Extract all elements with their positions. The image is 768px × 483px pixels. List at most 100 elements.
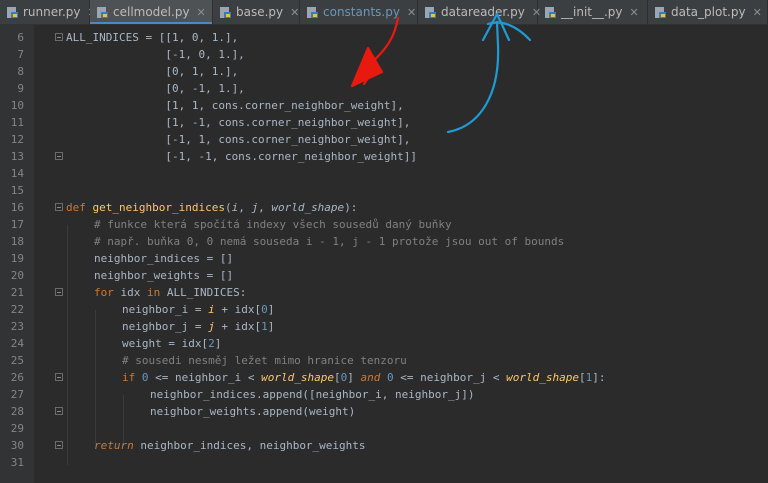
python-file-icon bbox=[425, 6, 436, 18]
code-line: 15 bbox=[0, 182, 768, 199]
code-line: 23 neighbor_j = j + idx[1] bbox=[0, 318, 768, 335]
line-number: 24 bbox=[10, 337, 24, 350]
code-line: 11 [1, -1, cons.corner_neighbor_weight], bbox=[0, 114, 768, 131]
code-line: 27 neighbor_indices.append([neighbor_i, … bbox=[0, 386, 768, 403]
code-text: weight = idx[2] bbox=[122, 335, 221, 352]
code-text: [1, 1, cons.corner_neighbor_weight], bbox=[66, 99, 404, 112]
loop-iter: ALL_INDICES: bbox=[166, 286, 247, 299]
code-token: weight = idx[ bbox=[122, 337, 209, 350]
line-number: 21 bbox=[10, 286, 24, 299]
code-line: 13 [-1, -1, cons.corner_neighbor_weight]… bbox=[0, 148, 768, 165]
number-literal: 0 bbox=[386, 371, 394, 384]
code-line: 6 ALL_INDICES = [[1, 0, 1.], bbox=[0, 29, 768, 46]
fold-marker-icon[interactable] bbox=[55, 152, 63, 160]
line-number: 11 bbox=[10, 116, 24, 129]
code-token: <= neighbor_i < bbox=[148, 371, 262, 384]
code-comment: # např. buňka 0, 0 nemá souseda i - 1, j… bbox=[94, 235, 565, 248]
line-number: 19 bbox=[10, 252, 24, 265]
fold-marker-icon[interactable] bbox=[55, 203, 63, 211]
tab-label: base.py bbox=[236, 5, 284, 19]
param-ref: j bbox=[208, 320, 215, 333]
code-line: 22 neighbor_i = i + idx[0] bbox=[0, 301, 768, 318]
param-i: i bbox=[231, 201, 239, 214]
keyword-for: for bbox=[94, 286, 114, 299]
line-number: 7 bbox=[17, 48, 24, 61]
line-number: 29 bbox=[10, 422, 24, 435]
code-comment: # funkce která spočítá indexy všech sous… bbox=[94, 218, 452, 231]
code-line: 10 [1, 1, cons.corner_neighbor_weight], bbox=[0, 97, 768, 114]
code-line: 28 neighbor_weights.append(weight) bbox=[0, 403, 768, 420]
fold-marker-icon[interactable] bbox=[55, 373, 63, 381]
close-icon[interactable]: ✕ bbox=[290, 6, 299, 19]
line-number: 31 bbox=[10, 456, 24, 469]
fold-marker-icon[interactable] bbox=[55, 407, 63, 415]
close-icon[interactable]: ✕ bbox=[197, 6, 206, 19]
code-editor[interactable]: 6 ALL_INDICES = [[1, 0, 1.], 7 [-1, 0, 1… bbox=[0, 25, 768, 483]
fold-marker-icon[interactable] bbox=[55, 288, 63, 296]
code-text: neighbor_indices.append([neighbor_i, nei… bbox=[150, 388, 475, 401]
tab-constants[interactable]: constants.py ✕ bbox=[300, 0, 418, 24]
loop-var: idx bbox=[120, 286, 141, 299]
line-number: 30 bbox=[10, 439, 24, 452]
code-comment: # sousedi nesměj ležet mimo hranice tenz… bbox=[122, 354, 407, 367]
line-number: 16 bbox=[10, 201, 24, 214]
code-token: ] bbox=[267, 303, 275, 316]
code-token: + idx[ bbox=[214, 303, 262, 316]
code-line: 16 def get_neighbor_indices(i, j, world_… bbox=[0, 199, 768, 216]
line-number: 26 bbox=[10, 371, 24, 384]
python-file-icon bbox=[220, 6, 231, 18]
code-line: 21 for idx in ALL_INDICES: bbox=[0, 284, 768, 301]
keyword-return: return bbox=[94, 439, 134, 452]
line-number: 28 bbox=[10, 405, 24, 418]
python-file-icon bbox=[307, 6, 318, 18]
code-line: 19 neighbor_indices = [] bbox=[0, 250, 768, 267]
code-token: <= neighbor_j < bbox=[393, 371, 507, 384]
code-token: [ bbox=[333, 371, 341, 384]
param-ref: world_shape bbox=[261, 371, 334, 384]
close-icon[interactable]: ✕ bbox=[630, 6, 639, 19]
code-token: ]: bbox=[592, 371, 606, 384]
code-text: [0, 1, 1.], bbox=[66, 65, 239, 78]
tab-label: data_plot.py bbox=[671, 5, 746, 19]
line-number: 17 bbox=[10, 218, 24, 231]
line-number: 22 bbox=[10, 303, 24, 316]
line-number: 23 bbox=[10, 320, 24, 333]
tab-init[interactable]: __init__.py ✕ bbox=[538, 0, 648, 24]
keyword-if: if bbox=[122, 371, 136, 384]
code-line: 8 [0, 1, 1.], bbox=[0, 63, 768, 80]
line-number: 18 bbox=[10, 235, 24, 248]
code-token: ] bbox=[347, 371, 361, 384]
tab-label: cellmodel.py bbox=[113, 5, 190, 19]
fold-marker-icon[interactable] bbox=[55, 33, 63, 41]
code-token: ] bbox=[214, 337, 222, 350]
python-file-icon bbox=[7, 6, 18, 18]
code-text: [-1, 0, 1.], bbox=[66, 48, 245, 61]
line-number: 27 bbox=[10, 388, 24, 401]
code-line: 31 bbox=[0, 454, 768, 471]
code-text: [0, -1, 1.], bbox=[66, 82, 245, 95]
keyword-def: def bbox=[66, 201, 86, 214]
tab-runner[interactable]: runner.py ✕ bbox=[0, 0, 97, 24]
fold-marker-icon[interactable] bbox=[55, 441, 63, 449]
code-line: 25 # sousedi nesměj ležet mimo hranice t… bbox=[0, 352, 768, 369]
code-token: neighbor_j = bbox=[122, 320, 209, 333]
code-line: 14 bbox=[0, 165, 768, 182]
tab-label: datareader.py bbox=[441, 5, 525, 19]
code-line: 30 return neighbor_indices, neighbor_wei… bbox=[0, 437, 768, 454]
code-text: ALL_INDICES = [[1, 0, 1.], bbox=[66, 31, 239, 44]
line-number: 14 bbox=[10, 167, 24, 180]
tab-data-plot[interactable]: data_plot.py ✕ bbox=[648, 0, 768, 24]
line-number: 20 bbox=[10, 269, 24, 282]
code-line: 29 bbox=[0, 420, 768, 437]
close-icon[interactable]: ✕ bbox=[753, 6, 762, 19]
tab-datareader[interactable]: datareader.py ✕ bbox=[418, 0, 541, 24]
python-file-icon bbox=[545, 6, 556, 18]
line-number: 9 bbox=[17, 82, 24, 95]
close-icon[interactable]: ✕ bbox=[407, 6, 416, 19]
tab-cellmodel[interactable]: cellmodel.py ✕ bbox=[90, 0, 213, 24]
line-number: 12 bbox=[10, 133, 24, 146]
tab-base[interactable]: base.py ✕ bbox=[213, 0, 300, 24]
line-number: 15 bbox=[10, 184, 24, 197]
param-ref: world_shape bbox=[506, 371, 580, 384]
param-j: j bbox=[251, 201, 259, 214]
